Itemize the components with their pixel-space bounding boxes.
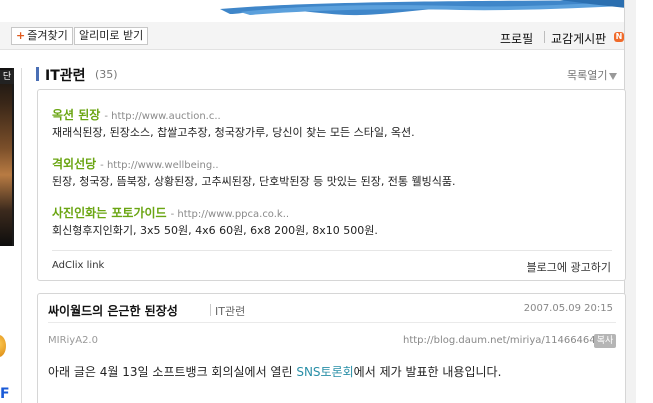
new-badge-icon: N [614,32,624,42]
list-open-toggle[interactable]: 목록열기 [567,67,618,83]
ad-description: 재래식된장, 된장소스, 찹쌀고추장, 청국장가루, 당신이 찾는 모든 스타일… [52,126,415,139]
sidebar-divider [21,68,22,403]
post-body-text: 에서 제가 발표한 내용입니다. [353,365,502,379]
ad-url[interactable]: - http://www.auction.c.. [104,111,220,122]
ad-description: 된장, 청국장, 뜸북장, 상황된장, 고추씨된장, 단호박된장 등 맛있는 된… [52,175,456,188]
post-date: 2007.05.09 20:15 [523,303,613,314]
ad-item[interactable]: 사진인화는 포토가이드 - http://www.ppca.co.k.. [52,204,289,221]
post-body: 아래 글은 4월 13일 소프트뱅크 회의실에서 열린 SNS토론회에서 제가 … [48,363,501,380]
notify-label: 알리미로 받기 [79,29,144,42]
sidebar-image-caption: 단 [0,70,14,84]
ad-provider-label: AdClix link [52,260,105,271]
page-right-margin [636,0,653,403]
notify-button[interactable]: 알리미로 받기 [74,27,149,45]
post-body-text: 아래 글은 4월 13일 소프트뱅크 회의실에서 열린 [48,365,297,379]
guestbook-link[interactable]: 교감게시판 [551,30,606,47]
post-category[interactable]: IT관련 [215,303,245,319]
sidebar-letter-icon: F [0,386,10,402]
favorite-label: 즐겨찾기 [27,29,68,42]
plus-icon: + [16,29,26,42]
category-marker [36,67,39,81]
post-title-divider [210,304,211,316]
post-permalink[interactable]: http://blog.daum.net/miriya/11466464 [403,335,596,346]
blog-toolbar: + 즐겨찾기 알리미로 받기 프로필 교감게시판 N [0,22,624,50]
ad-description: 회신형후지인화기, 3x5 50원, 4x6 60원, 6x8 200원, 8x… [52,224,378,237]
favorite-button[interactable]: + 즐겨찾기 [11,27,73,45]
post-header-divider [48,322,616,323]
post-author: MIRiyA2.0 [48,335,98,346]
sidebar-emoticon-icon [0,335,6,357]
sidebar-profile-image[interactable] [0,68,14,246]
profile-link[interactable]: 프로필 [500,30,533,47]
triangle-down-icon [609,72,618,80]
ad-url[interactable]: - http://www.wellbeing.. [100,160,218,171]
ad-panel: 옥션 된장 - http://www.auction.c.. 재래식된장, 된장소… [37,89,626,281]
category-title: IT관련 [45,68,86,84]
ad-url[interactable]: - http://www.ppca.co.k.. [171,209,290,220]
ad-item[interactable]: 격외선당 - http://www.wellbeing.. [52,155,219,172]
ad-title[interactable]: 옥션 된장 [52,108,100,122]
header-decoration [0,0,653,22]
category-count: (35) [95,68,118,81]
ad-item[interactable]: 옥션 된장 - http://www.auction.c.. [52,106,221,123]
list-open-label: 목록열기 [567,69,608,82]
copy-url-button[interactable]: 복사 [594,334,616,348]
ad-title[interactable]: 격외선당 [52,157,96,171]
post-panel: 싸이월드의 은근한 된장성 IT관련 2007.05.09 20:15 MIRi… [37,293,626,403]
ad-divider [52,250,612,251]
advertise-link[interactable]: 블로그에 광고하기 [527,259,611,275]
sns-forum-link[interactable]: SNS토론회 [296,365,353,379]
post-title[interactable]: 싸이월드의 은근한 된장성 [48,302,178,319]
toolbar-divider [544,31,545,43]
ad-title[interactable]: 사진인화는 포토가이드 [52,206,167,220]
